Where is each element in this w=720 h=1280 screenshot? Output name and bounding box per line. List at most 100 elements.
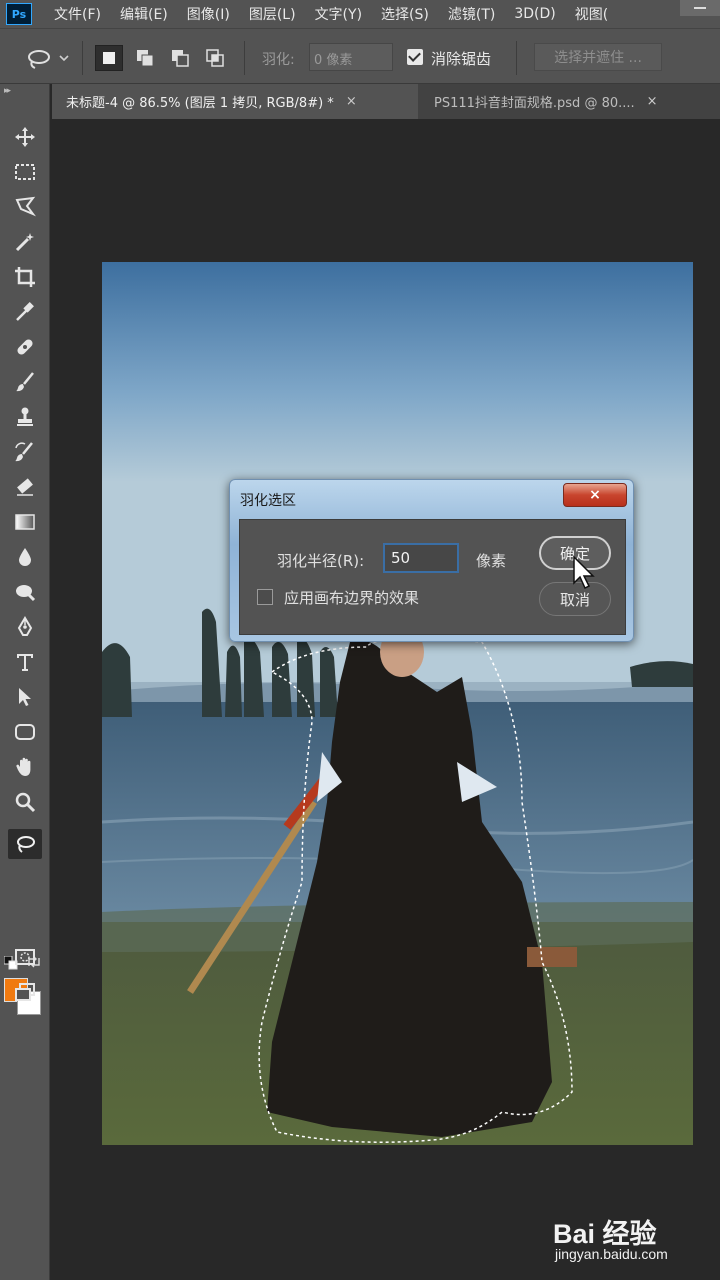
canvas-image[interactable] bbox=[102, 262, 693, 1145]
tab-label: PS111抖音封面规格.psd @ 80.... bbox=[434, 96, 635, 111]
dodge-icon bbox=[16, 585, 36, 602]
menu-filter[interactable]: 滤镜(T) bbox=[448, 4, 495, 24]
dialog-body: 羽化半径(R): 50 像素 应用画布边界的效果 确定 取消 bbox=[239, 519, 626, 635]
baidu-jingyan-watermark: Bai 经验 jingyan.baidu.com bbox=[553, 1212, 713, 1268]
type-tool[interactable] bbox=[8, 647, 42, 677]
document-photo bbox=[102, 262, 693, 1145]
menu-select[interactable]: 选择(S) bbox=[381, 4, 429, 24]
pen-icon bbox=[17, 616, 33, 636]
collapse-icon[interactable]: ▸▸ bbox=[4, 86, 11, 96]
dialog-title: 羽化选区 bbox=[240, 493, 296, 509]
move-tool[interactable] bbox=[8, 122, 42, 152]
lasso-tool[interactable] bbox=[8, 829, 42, 859]
eraser-icon bbox=[17, 478, 33, 496]
select-and-mask-button[interactable]: 选择并遮住 ... bbox=[534, 43, 662, 71]
tab-document-inactive[interactable]: PS111抖音封面规格.psd @ 80.... × bbox=[420, 84, 720, 119]
document-tabs: 未标题-4 @ 86.5% (图层 1 拷贝, RGB/8#) * × PS11… bbox=[52, 84, 720, 119]
tab-label: 未标题-4 @ 86.5% (图层 1 拷贝, RGB/8#) * bbox=[66, 96, 334, 111]
menu-bar: Ps 文件(F) 编辑(E) 图像(I) 图层(L) 文字(Y) 选择(S) 滤… bbox=[0, 0, 720, 28]
feather-radius-input[interactable]: 50 bbox=[383, 543, 459, 573]
crop-tool[interactable] bbox=[8, 262, 42, 292]
hand-tool[interactable] bbox=[8, 752, 42, 782]
gradient-icon bbox=[15, 514, 35, 530]
menu-edit[interactable]: 编辑(E) bbox=[120, 4, 168, 24]
dialog-close-button[interactable]: × bbox=[563, 483, 627, 507]
eyedropper-icon bbox=[16, 302, 34, 321]
move-icon bbox=[15, 127, 35, 147]
polygon-lasso-icon bbox=[15, 196, 36, 217]
photoshop-logo: Ps bbox=[6, 3, 32, 25]
feather-label: 羽化: bbox=[262, 52, 295, 68]
subtract-selection-icon bbox=[172, 50, 189, 67]
close-icon: × bbox=[589, 487, 601, 503]
magnifier-icon bbox=[15, 792, 36, 813]
quick-mask-icon bbox=[15, 949, 35, 965]
mouse-cursor-icon bbox=[573, 555, 595, 590]
marquee-tool[interactable] bbox=[8, 157, 42, 187]
menu-3d[interactable]: 3D(D) bbox=[514, 6, 555, 22]
menu-file[interactable]: 文件(F) bbox=[54, 4, 101, 24]
zoom-tool[interactable] bbox=[8, 787, 42, 817]
feather-radius-unit: 像素 bbox=[476, 552, 507, 570]
divider bbox=[82, 41, 83, 75]
eyedropper-tool[interactable] bbox=[8, 297, 42, 327]
dodge-tool[interactable] bbox=[8, 577, 42, 607]
eraser-tool[interactable] bbox=[8, 472, 42, 502]
magic-wand-icon bbox=[15, 233, 34, 252]
divider bbox=[516, 41, 517, 75]
quick-mask-button[interactable] bbox=[8, 942, 42, 972]
gradient-tool[interactable] bbox=[8, 507, 42, 537]
screen-mode-icon bbox=[15, 983, 35, 1001]
antialias-checkbox[interactable] bbox=[407, 49, 423, 65]
options-bar: 羽化: 0 像素 消除锯齿 选择并遮住 ... bbox=[0, 28, 720, 84]
menu-layer[interactable]: 图层(L) bbox=[249, 4, 296, 24]
crop-icon bbox=[15, 267, 35, 287]
pen-tool[interactable] bbox=[8, 612, 42, 642]
intersect-selection-icon bbox=[206, 49, 224, 67]
marquee-icon bbox=[15, 164, 35, 180]
blur-tool[interactable] bbox=[8, 542, 42, 572]
new-selection-button[interactable] bbox=[95, 45, 123, 71]
close-icon[interactable]: × bbox=[647, 94, 658, 109]
healing-brush-tool[interactable] bbox=[8, 332, 42, 362]
intersect-selection-button[interactable] bbox=[201, 45, 229, 71]
clone-stamp-tool[interactable] bbox=[8, 402, 42, 432]
lasso-icon bbox=[17, 836, 35, 853]
antialias-label: 消除锯齿 bbox=[431, 50, 492, 68]
magic-wand-tool[interactable] bbox=[8, 227, 42, 257]
tab-document-active[interactable]: 未标题-4 @ 86.5% (图层 1 拷贝, RGB/8#) * × bbox=[52, 84, 418, 119]
close-icon[interactable]: × bbox=[346, 94, 357, 109]
stamp-icon bbox=[17, 407, 33, 426]
drop-icon bbox=[19, 548, 31, 566]
minimize-button[interactable] bbox=[680, 0, 720, 16]
add-selection-icon bbox=[137, 50, 154, 67]
watermark-url: jingyan.baidu.com bbox=[555, 1246, 668, 1262]
subtract-from-selection-button[interactable] bbox=[166, 45, 194, 71]
history-brush-icon bbox=[15, 442, 33, 462]
tool-preset-picker[interactable] bbox=[26, 47, 72, 71]
tools-panel: ▸▸ bbox=[0, 84, 50, 1280]
apply-canvas-bounds-label: 应用画布边界的效果 bbox=[284, 589, 420, 607]
path-selection-tool[interactable] bbox=[8, 682, 42, 712]
hand-icon bbox=[16, 757, 31, 776]
arrow-pointer-icon bbox=[19, 688, 31, 706]
bandage-icon bbox=[17, 339, 33, 355]
menu-view[interactable]: 视图( bbox=[575, 4, 608, 24]
new-selection-icon bbox=[103, 52, 115, 64]
feather-radius-label: 羽化半径(R): bbox=[277, 552, 365, 570]
rounded-rectangle-icon bbox=[15, 724, 35, 740]
history-brush-tool[interactable] bbox=[8, 437, 42, 467]
menu-type[interactable]: 文字(Y) bbox=[315, 4, 362, 24]
divider bbox=[244, 41, 245, 75]
add-to-selection-button[interactable] bbox=[131, 45, 159, 71]
apply-canvas-bounds-checkbox[interactable] bbox=[257, 589, 273, 605]
brush-tool[interactable] bbox=[8, 367, 42, 397]
lasso-icon bbox=[28, 50, 69, 69]
shape-tool[interactable] bbox=[8, 717, 42, 747]
screen-mode-button[interactable] bbox=[8, 977, 42, 1007]
polygon-lasso-tool[interactable] bbox=[8, 192, 42, 222]
type-icon bbox=[17, 654, 33, 671]
feather-input[interactable]: 0 像素 bbox=[309, 43, 393, 71]
menu-image[interactable]: 图像(I) bbox=[187, 4, 230, 24]
brush-icon bbox=[16, 372, 34, 392]
